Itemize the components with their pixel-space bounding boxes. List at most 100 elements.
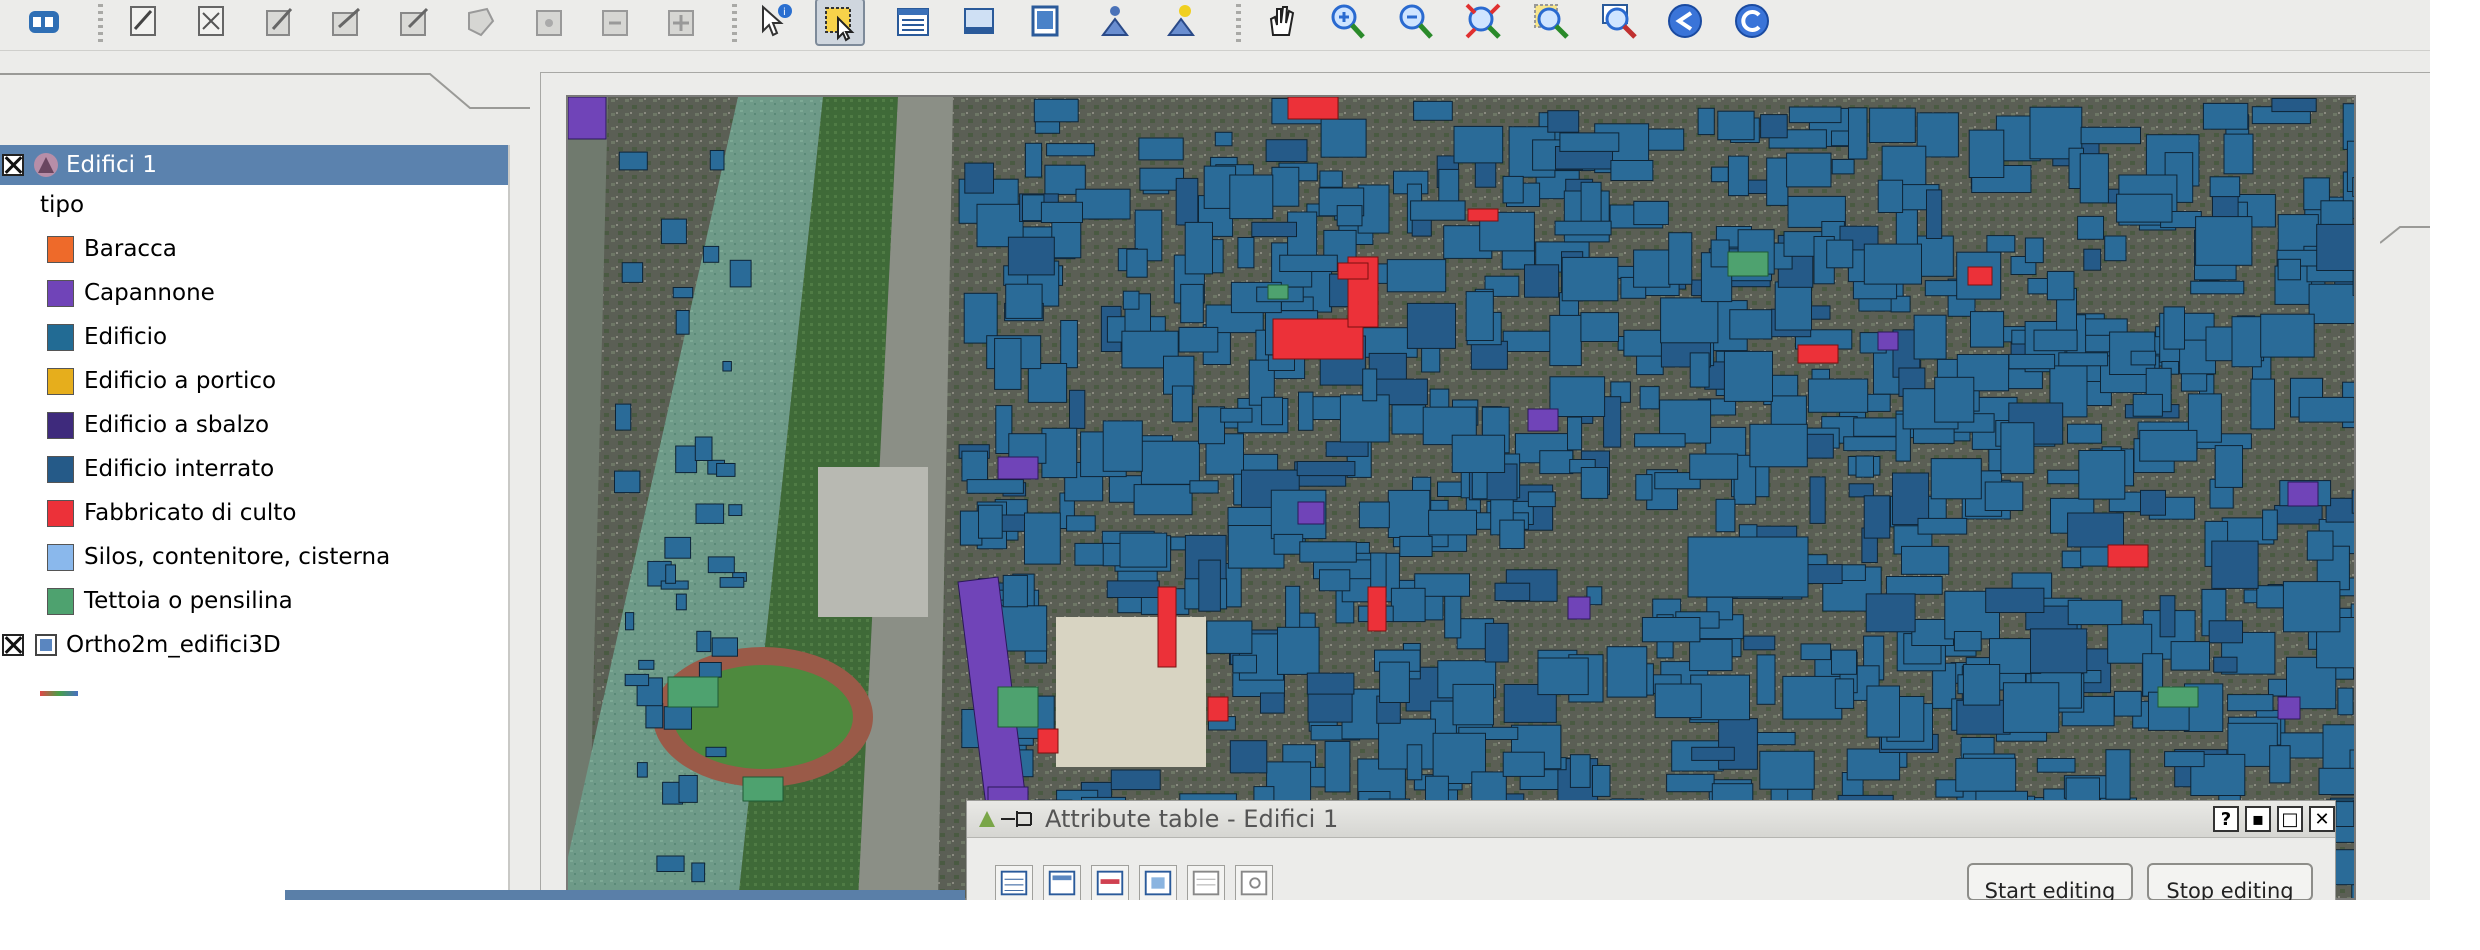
grass-tools-window-titlebar[interactable] xyxy=(285,890,965,900)
building-footprint xyxy=(1066,515,1096,532)
toolbar-grip[interactable] xyxy=(98,4,103,42)
building-footprint xyxy=(1277,626,1320,675)
building-footprint xyxy=(1743,635,1776,651)
building-footprint xyxy=(2079,153,2109,204)
building-footprint xyxy=(664,536,692,559)
copy-selected-rows-icon[interactable] xyxy=(1139,865,1177,900)
building-footprint xyxy=(2067,512,2124,548)
building-footprint xyxy=(1438,168,1460,205)
zoom-out-icon[interactable] xyxy=(1390,0,1440,42)
building-footprint xyxy=(614,470,641,494)
building-footprint xyxy=(2104,235,2127,262)
zoom-to-selection-icon[interactable] xyxy=(1526,0,1576,42)
building-footprint xyxy=(1410,200,1466,221)
zoom-to-selected-icon[interactable] xyxy=(1187,865,1225,900)
remove-selection-icon[interactable] xyxy=(995,865,1033,900)
measure-area-icon[interactable] xyxy=(1020,0,1070,42)
zoom-to-layer-icon[interactable] xyxy=(1594,0,1644,42)
building-footprint xyxy=(1877,179,1904,213)
building-footprint xyxy=(1027,363,1068,403)
building-footprint xyxy=(2195,216,2253,266)
building-footprint xyxy=(1279,254,1338,272)
capture-polygon-icon[interactable] xyxy=(320,0,370,42)
maximize-button[interactable]: □ xyxy=(2277,806,2303,832)
class-swatch xyxy=(47,235,74,263)
building-footprint xyxy=(1298,391,1314,431)
building-footprint xyxy=(1559,132,1620,152)
pan-icon[interactable] xyxy=(1256,0,1306,42)
building-footprint xyxy=(1687,536,1809,598)
help-button[interactable]: ? xyxy=(2213,806,2239,832)
start-editing-button[interactable]: Start editing xyxy=(1967,863,2133,900)
measure-line-icon[interactable] xyxy=(954,0,1004,42)
qgis-logo-icon[interactable] xyxy=(18,0,68,42)
legend-layer-edifici-1[interactable]: Edifici 1 xyxy=(0,145,508,185)
building-footprint xyxy=(665,564,676,584)
building-footprint xyxy=(675,593,687,611)
map-tips-icon[interactable] xyxy=(1090,0,1140,42)
building-footprint xyxy=(1406,302,1457,349)
capture-point-icon[interactable] xyxy=(186,0,236,42)
zoom-last-icon[interactable] xyxy=(1660,0,1710,42)
legend-class: Edificio a sbalzo xyxy=(0,405,269,445)
cut-features-icon[interactable] xyxy=(524,0,574,42)
building-footprint xyxy=(961,450,988,482)
building-footprint xyxy=(1198,559,1221,612)
building-footprint xyxy=(695,503,725,524)
building-footprint xyxy=(2269,745,2291,784)
search-table-icon[interactable] xyxy=(1235,865,1273,900)
building-footprint xyxy=(1494,582,1531,602)
toolbar-grip[interactable] xyxy=(1236,4,1241,42)
building-footprint xyxy=(618,151,648,171)
building-footprint xyxy=(1892,472,1930,526)
map-canvas[interactable] xyxy=(566,95,2356,900)
building-footprint xyxy=(1041,427,1078,479)
open-attribute-table-icon[interactable] xyxy=(888,0,938,42)
layer-visibility-checkbox[interactable] xyxy=(2,634,24,656)
zoom-full-icon[interactable] xyxy=(1458,0,1508,42)
building-footprint xyxy=(2083,248,2102,271)
layer-visibility-checkbox[interactable] xyxy=(2,154,24,176)
building-footprint xyxy=(1639,386,1660,410)
building-footprint xyxy=(1934,376,1975,423)
building-footprint xyxy=(696,630,712,653)
delete-feature-icon[interactable] xyxy=(456,0,506,42)
toggle-editing-icon[interactable] xyxy=(118,0,168,42)
new-bookmark-icon[interactable] xyxy=(1156,0,1206,42)
identify-icon[interactable]: i xyxy=(750,0,800,42)
qgis-application: i Edifici 1 tipo Baracca Capannone Edifi… xyxy=(0,0,2480,900)
zoom-next-icon[interactable] xyxy=(1727,0,1777,42)
legend-class: Capannone xyxy=(0,273,215,313)
attribute-table-window[interactable]: Attribute table - Edifici 1 ? ▪ □ ✕ Star… xyxy=(966,800,2336,900)
building-footprint xyxy=(1749,423,1808,468)
toolbar-grip[interactable] xyxy=(732,4,737,42)
invert-selection-icon[interactable] xyxy=(1091,865,1129,900)
building-footprint xyxy=(707,556,735,574)
building-footprint xyxy=(2027,278,2050,295)
minimize-button[interactable]: ▪ xyxy=(2245,806,2271,832)
copy-features-icon[interactable] xyxy=(590,0,640,42)
building-footprint xyxy=(625,612,635,631)
legend-dock-tab[interactable] xyxy=(0,70,540,114)
capture-line-icon[interactable] xyxy=(254,0,304,42)
select-features-icon[interactable] xyxy=(815,0,865,46)
close-button[interactable]: ✕ xyxy=(2309,806,2335,832)
paste-features-icon[interactable] xyxy=(656,0,706,42)
building-footprint xyxy=(1358,501,1390,529)
building-footprint xyxy=(1399,535,1433,557)
move-feature-icon[interactable] xyxy=(388,0,438,42)
zoom-in-icon[interactable] xyxy=(1322,0,1372,42)
building-footprint xyxy=(661,218,687,245)
building-footprint xyxy=(1756,732,1796,746)
move-selection-to-top-icon[interactable] xyxy=(1043,865,1081,900)
building-footprint xyxy=(1413,100,1453,121)
building-footprint xyxy=(1831,159,1855,175)
building-footprint xyxy=(1271,166,1300,207)
building-footprint xyxy=(1452,683,1494,726)
building-footprint xyxy=(1180,283,1204,324)
attribute-table-titlebar[interactable]: Attribute table - Edifici 1 ? ▪ □ ✕ xyxy=(967,801,2335,838)
stop-editing-button[interactable]: Stop editing xyxy=(2147,863,2313,900)
class-swatch xyxy=(47,411,74,439)
legend-layer-ortho2m[interactable]: Ortho2m_edifici3D xyxy=(0,625,281,665)
building-footprint xyxy=(1502,751,1545,777)
